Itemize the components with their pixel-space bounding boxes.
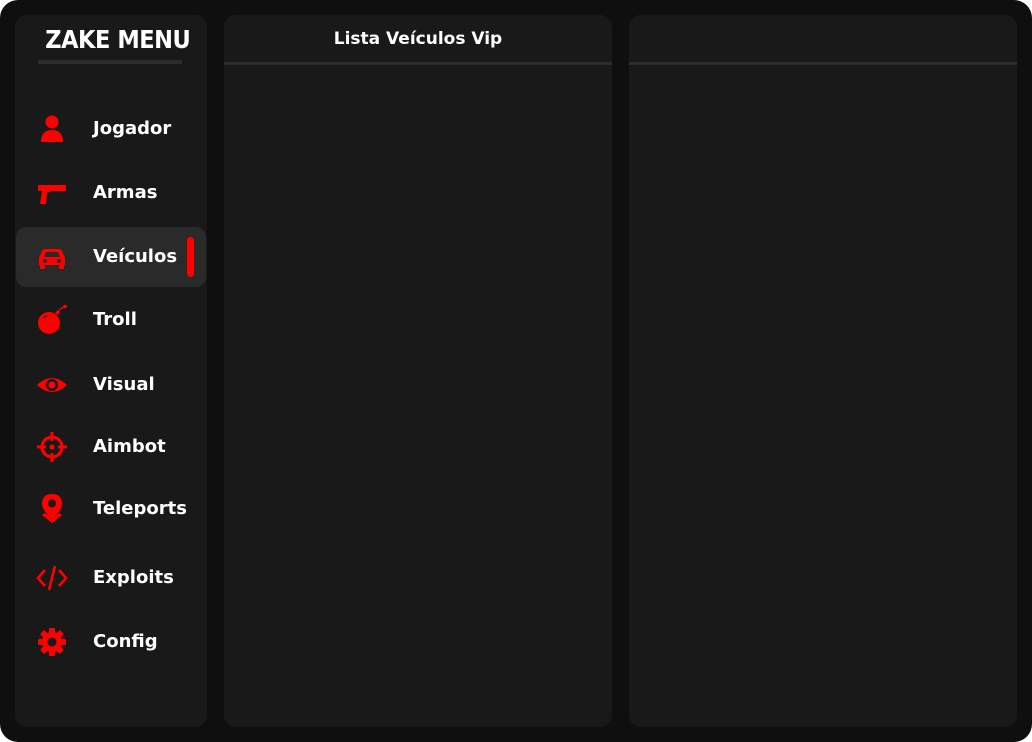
sidebar-item-label: Config — [93, 631, 158, 652]
sidebar-item-aimbot[interactable]: Aimbot — [16, 417, 206, 477]
car-icon — [36, 241, 68, 273]
logo-underline — [38, 60, 182, 64]
pistol-icon — [36, 177, 68, 209]
map-pin-icon — [36, 493, 68, 525]
sidebar-item-teleports[interactable]: Teleports — [16, 479, 206, 539]
eye-icon — [36, 369, 68, 401]
sidebar: ZAKE MENU Jogador Armas Veículos Troll V… — [15, 15, 207, 727]
sidebar-item-label: Teleports — [93, 498, 187, 519]
sidebar-item-exploits[interactable]: Exploits — [16, 548, 206, 608]
sidebar-item-label: Armas — [93, 182, 158, 203]
sidebar-item-armas[interactable]: Armas — [16, 163, 206, 223]
vehicle-list-panel: Lista Veículos Vip — [224, 15, 612, 727]
sidebar-item-jogador[interactable]: Jogador — [16, 99, 206, 159]
sidebar-item-label: Aimbot — [93, 436, 166, 457]
sidebar-item-troll[interactable]: Troll — [16, 290, 206, 350]
active-indicator — [187, 237, 194, 277]
options-panel — [629, 15, 1017, 727]
app-logo-title: ZAKE MENU — [45, 25, 191, 54]
sidebar-item-config[interactable]: Config — [16, 612, 206, 672]
user-icon — [36, 113, 68, 145]
gear-icon — [36, 626, 68, 658]
sidebar-item-visual[interactable]: Visual — [16, 355, 206, 415]
panel-divider — [629, 62, 1017, 65]
sidebar-item-label: Visual — [93, 374, 155, 395]
bomb-icon — [36, 304, 68, 336]
sidebar-item-veiculos[interactable]: Veículos — [16, 227, 206, 287]
sidebar-item-label: Jogador — [93, 118, 172, 139]
sidebar-item-label: Exploits — [93, 567, 174, 588]
sidebar-item-label: Troll — [93, 309, 137, 330]
menu-window: ZAKE MENU Jogador Armas Veículos Troll V… — [0, 0, 1032, 742]
sidebar-item-label: Veículos — [93, 246, 178, 267]
panel-title — [629, 15, 1017, 63]
code-icon — [36, 562, 68, 594]
panel-title: Lista Veículos Vip — [333, 29, 503, 49]
crosshair-icon — [36, 431, 68, 463]
panel-divider — [224, 62, 612, 65]
